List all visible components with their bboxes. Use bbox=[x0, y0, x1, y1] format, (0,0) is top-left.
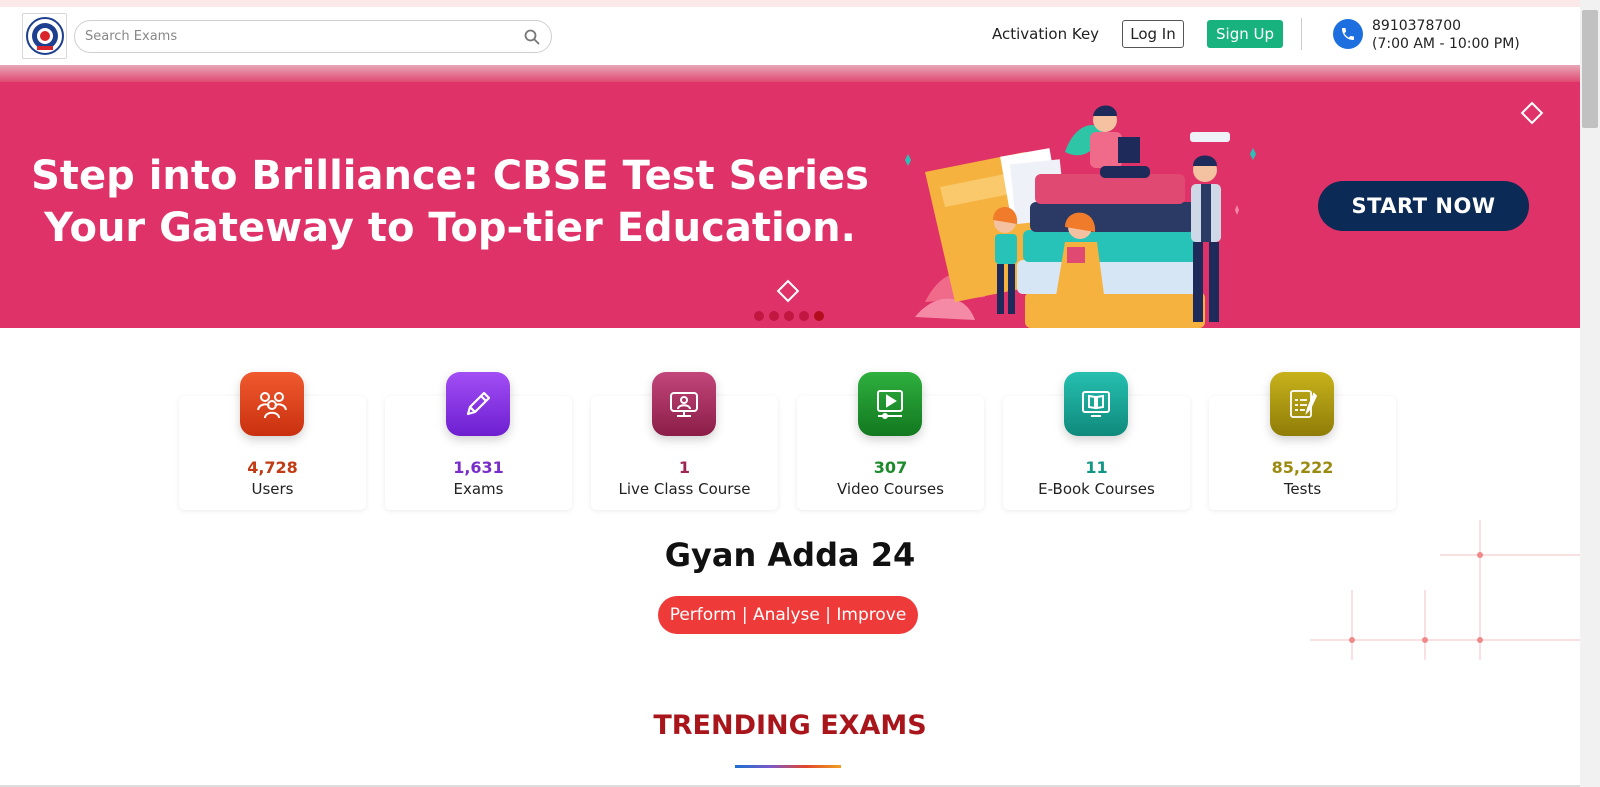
start-now-button[interactable]: START NOW bbox=[1318, 181, 1529, 231]
banner-headline-bold: CBSE Test Series bbox=[492, 153, 869, 199]
trending-underline bbox=[735, 765, 841, 768]
banner-indicator-icon bbox=[776, 279, 800, 303]
banner-headline-prefix: Step into Brilliance: bbox=[31, 153, 493, 199]
header-divider bbox=[1301, 18, 1302, 50]
site-header: Activation Key Log In Sign Up 8910378700… bbox=[0, 7, 1580, 65]
banner-headline: Step into Brilliance: CBSE Test Series Y… bbox=[0, 150, 900, 254]
stat-value: 1 bbox=[678, 458, 691, 477]
pencil-icon bbox=[446, 372, 510, 436]
support-hours: (7:00 AM - 10:00 PM) bbox=[1372, 36, 1520, 52]
students-reading-illustration bbox=[905, 105, 1256, 328]
banner-next-arrow-icon[interactable] bbox=[1520, 101, 1544, 125]
banner-headline-line2: Your Gateway to Top-tier Education. bbox=[44, 205, 856, 251]
stat-value: 11 bbox=[1085, 458, 1108, 477]
stat-card-video-courses: 307 Video Courses bbox=[797, 372, 984, 510]
slide-dot-1[interactable] bbox=[754, 311, 764, 321]
logo-emblem-icon bbox=[25, 17, 64, 55]
stat-value: 307 bbox=[873, 458, 908, 477]
stat-label: Video Courses bbox=[837, 480, 944, 498]
stat-value: 85,222 bbox=[1271, 458, 1334, 477]
slide-dot-3[interactable] bbox=[784, 311, 794, 321]
stat-card-tests: 85,222 Tests bbox=[1209, 372, 1396, 510]
stat-label: Tests bbox=[1283, 480, 1322, 498]
stat-value: 1,631 bbox=[453, 458, 504, 477]
page: Activation Key Log In Sign Up 8910378700… bbox=[0, 0, 1600, 787]
stats-section: 4,728 Users 1,631 Exams 1 Live Class Cou… bbox=[0, 370, 1580, 510]
stat-value: 4,728 bbox=[247, 458, 298, 477]
stat-card-live-class: 1 Live Class Course bbox=[591, 372, 778, 510]
stat-card-ebook-courses: 11 E-Book Courses bbox=[1003, 372, 1190, 510]
hero-banner[interactable]: Step into Brilliance: CBSE Test Series Y… bbox=[0, 82, 1580, 328]
users-icon bbox=[240, 372, 304, 436]
slide-dot-5[interactable] bbox=[814, 311, 824, 321]
sparkle-decoration bbox=[1310, 520, 1580, 660]
ebook-icon bbox=[1064, 372, 1128, 436]
search-input[interactable] bbox=[85, 21, 505, 52]
top-border bbox=[0, 0, 1580, 7]
login-button[interactable]: Log In bbox=[1122, 20, 1184, 48]
stat-label: Live Class Course bbox=[618, 480, 751, 498]
phone-number[interactable]: 8910378700 bbox=[1372, 17, 1461, 35]
slide-dot-4[interactable] bbox=[799, 311, 809, 321]
search-icon[interactable] bbox=[523, 28, 541, 46]
stat-card-users: 4,728 Users bbox=[179, 372, 366, 510]
video-icon bbox=[858, 372, 922, 436]
signup-button[interactable]: Sign Up bbox=[1207, 20, 1283, 48]
search-bar bbox=[74, 20, 552, 53]
test-icon bbox=[1270, 372, 1334, 436]
phone-icon bbox=[1333, 19, 1363, 49]
slide-dot-2[interactable] bbox=[769, 311, 779, 321]
site-logo[interactable] bbox=[22, 13, 67, 59]
scrollbar-thumb[interactable] bbox=[1582, 10, 1598, 128]
live-class-icon bbox=[652, 372, 716, 436]
stat-label: Exams bbox=[453, 480, 504, 498]
stat-label: Users bbox=[251, 480, 294, 498]
stat-label: E-Book Courses bbox=[1038, 480, 1155, 498]
trending-exams-heading: TRENDING EXAMS bbox=[653, 710, 927, 741]
activation-key-link[interactable]: Activation Key bbox=[992, 25, 1099, 43]
tagline-badge: Perform | Analyse | Improve bbox=[658, 596, 918, 634]
banner-top-gradient bbox=[0, 65, 1580, 82]
slide-indicators bbox=[754, 311, 824, 321]
stat-card-exams: 1,631 Exams bbox=[385, 372, 572, 510]
